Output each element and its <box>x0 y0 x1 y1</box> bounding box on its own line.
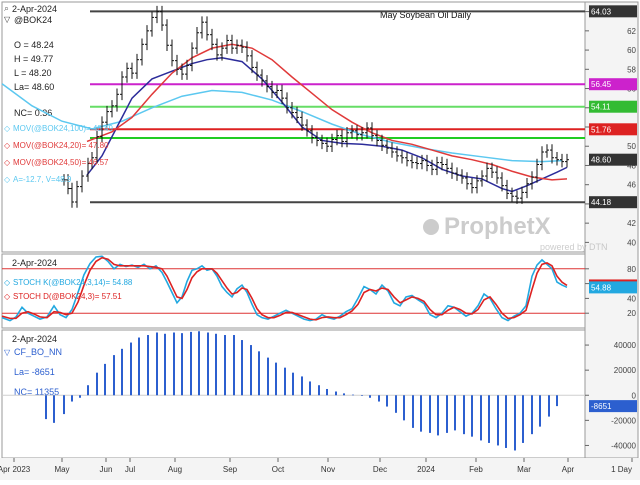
page-background <box>0 0 640 480</box>
cot-readout-last: La= -8651 <box>14 367 55 377</box>
watermark-tagline: powered by DTN <box>540 242 608 252</box>
y-axis-tick-label: -40000 <box>611 441 636 450</box>
x-axis-tick-label: Nov <box>321 465 335 474</box>
chart-canvas: ProphetX powered by DTN 2-Apr-2024 ⌕ ▽ @… <box>0 0 640 480</box>
price-badge-label: 51.76 <box>591 125 612 134</box>
cot-date-label: 2-Apr-2024 <box>12 334 57 344</box>
y-axis-tick-label: 58 <box>627 65 636 74</box>
price-badge-label: 48.60 <box>591 156 612 165</box>
chart-stage: ProphetX powered by DTN 2-Apr-2024 ⌕ ▽ @… <box>0 0 640 480</box>
x-axis-tick-label: Apr <box>562 465 575 474</box>
watermark-logo-icon <box>423 219 439 235</box>
y-axis-tick-label: 62 <box>627 27 636 36</box>
x-axis-tick-label: Oct <box>272 465 285 474</box>
x-axis-tick-label: Dec <box>373 465 387 474</box>
price-indicator-label: A=-12.7, V=48.9 <box>13 175 72 184</box>
y-axis-tick-label: 40 <box>627 294 636 303</box>
y-axis-tick-label: 42 <box>627 219 636 228</box>
price-indicator-marker-icon: ◇ <box>4 124 11 133</box>
x-axis-tick-label: Apr 2023 <box>0 465 31 474</box>
y-axis-tick-label: 40000 <box>614 341 637 350</box>
x-axis-tick-label: Jun <box>100 465 113 474</box>
price-indicator-marker-icon: ◇ <box>4 175 11 184</box>
readout-high: H = 49.77 <box>14 54 53 64</box>
price-indicator-marker-icon: ◇ <box>4 141 11 150</box>
collapse-icon[interactable]: ▽ <box>4 15 11 24</box>
price-symbol: @BOK24 <box>14 15 52 25</box>
y-axis-tick-label: 40 <box>627 238 636 247</box>
stochastic-marker-icon: ◇ <box>4 278 11 287</box>
x-axis-tick-label: Jul <box>125 465 135 474</box>
readout-last: La= 48.60 <box>14 82 54 92</box>
price-indicator-label: MOV(@BOK24,100)= 48.49 <box>13 124 114 133</box>
price-indicator-label: MOV(@BOK24,20)= 47.80 <box>13 141 109 150</box>
price-badge-label: 54.11 <box>591 103 611 112</box>
x-axis-tick-label: Sep <box>223 465 238 474</box>
price-badge-label: 64.03 <box>591 7 612 16</box>
y-axis-tick-label: 60 <box>627 46 636 55</box>
readout-low: L = 48.20 <box>14 68 51 78</box>
x-axis-tick-label: 1 Day <box>611 465 632 474</box>
price-badge-label: 54.88 <box>591 283 612 292</box>
stochastic-indicator-label: STOCH D(@BOK24,3)= 57.51 <box>13 292 122 301</box>
readout-open: O = 48.24 <box>14 40 54 50</box>
cot-symbol: CF_BO_NN <box>14 347 62 357</box>
price-indicator-marker-icon: ◇ <box>4 158 11 167</box>
y-axis-tick-label: 50 <box>627 142 636 151</box>
y-axis-tick-label: -20000 <box>611 416 636 425</box>
x-axis-tick-label: Mar <box>517 465 531 474</box>
stochastic-date-label: 2-Apr-2024 <box>12 258 57 268</box>
price-badge-label: 56.45 <box>591 80 612 89</box>
stochastic-indicator-label: STOCH K(@BOK24,3,14)= 54.88 <box>13 278 133 287</box>
watermark-title: ProphetX <box>444 213 551 240</box>
cot-collapse-icon[interactable]: ▽ <box>4 348 11 357</box>
price-date-label: 2-Apr-2024 <box>12 4 57 14</box>
price-badge-label: 44.18 <box>591 198 612 207</box>
x-axis-tick-label: Aug <box>168 465 182 474</box>
y-axis-tick-label: 20 <box>627 309 636 318</box>
zoom-icon[interactable]: ⌕ <box>4 3 9 13</box>
price-badge-label: -8651 <box>591 402 612 411</box>
y-axis-tick-label: 0 <box>632 391 637 400</box>
stochastic-marker-icon: ◇ <box>4 292 11 301</box>
y-axis-tick-label: 46 <box>627 181 636 190</box>
x-axis-tick-label: 2024 <box>417 465 435 474</box>
y-axis-tick-label: 20000 <box>614 366 637 375</box>
x-axis-tick-label: Feb <box>469 465 483 474</box>
price-indicator-label: MOV(@BOK24,50)= 46.57 <box>13 158 109 167</box>
y-axis-tick-label: 80 <box>627 265 636 274</box>
x-axis-tick-label: May <box>54 465 69 474</box>
